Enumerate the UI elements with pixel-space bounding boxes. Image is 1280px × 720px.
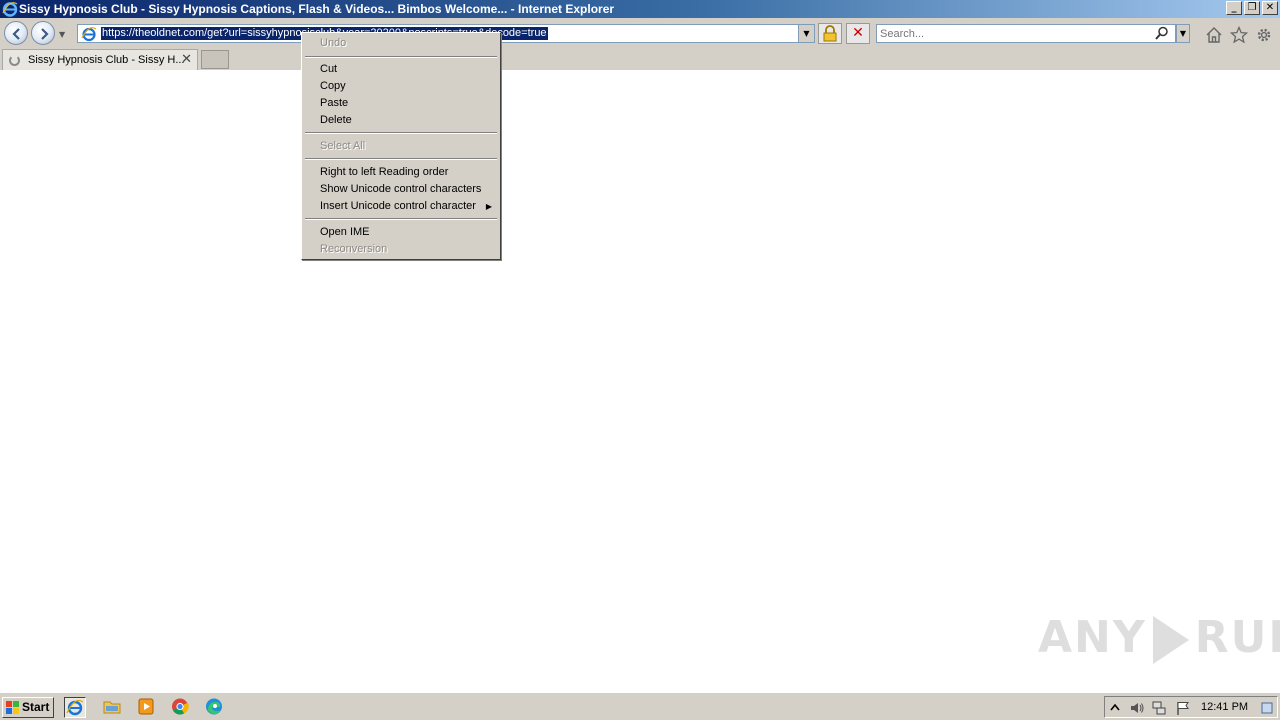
menu-item-undo: Undo — [320, 37, 347, 49]
search-box[interactable] — [876, 24, 1176, 43]
stop-button[interactable]: ✕ — [846, 23, 870, 44]
menu-item-select-all: Select All — [320, 140, 366, 152]
menu-item-open-ime[interactable]: Open IME — [304, 224, 498, 241]
tab-sissy-hypnosis-club[interactable]: Sissy Hypnosis Club - Sissy H... ✕ — [2, 49, 198, 70]
menu-separator — [305, 158, 497, 160]
show-desktop-button[interactable] — [1261, 700, 1273, 716]
close-window-button[interactable]: ✕ — [1262, 1, 1278, 15]
menu-item-delete[interactable]: Delete — [304, 112, 498, 129]
address-dropdown-icon[interactable]: ▼ — [798, 25, 814, 42]
show-hidden-icons-icon[interactable] — [1109, 700, 1125, 716]
star-icon[interactable] — [1230, 26, 1248, 44]
loading-spinner-icon — [9, 55, 20, 66]
page-ie-icon — [81, 27, 97, 42]
menu-separator — [305, 218, 497, 220]
recent-pages-dropdown-icon[interactable]: ▼ — [59, 30, 65, 39]
search-input[interactable] — [880, 26, 1150, 41]
internet-explorer-icon — [66, 699, 84, 716]
menu-item-copy[interactable]: Copy — [304, 78, 498, 95]
forward-button[interactable] — [31, 21, 55, 45]
taskbar-media-player[interactable] — [136, 697, 158, 718]
edge-icon — [206, 698, 222, 715]
lock-icon — [823, 25, 837, 42]
action-center-flag-icon[interactable] — [1175, 700, 1191, 716]
search-provider-dropdown-icon[interactable]: ▼ — [1176, 24, 1190, 43]
taskbar-internet-explorer[interactable] — [64, 697, 86, 718]
system-tray: 12:41 PM — [1104, 696, 1278, 718]
taskbar-edge[interactable] — [204, 697, 226, 718]
windows-flag-icon — [6, 701, 19, 714]
minimize-button[interactable]: _ — [1226, 1, 1242, 15]
menu-separator — [305, 56, 497, 58]
menu-item-reconversion: Reconversion — [320, 243, 388, 255]
taskbar-file-explorer[interactable] — [102, 697, 124, 718]
search-icon[interactable] — [1155, 26, 1169, 41]
page-content[interactable] — [0, 70, 1280, 692]
menu-item-insert-unicode-control[interactable]: Insert Unicode control character ▶ — [304, 198, 498, 215]
taskbar: Start 12:41 PM — [0, 692, 1280, 720]
tab-title: Sissy Hypnosis Club - Sissy H... — [28, 54, 185, 66]
menu-item-cut[interactable]: Cut — [304, 61, 498, 78]
watermark-text-right: RUN — [1194, 612, 1280, 663]
close-tab-icon[interactable]: ✕ — [181, 52, 192, 67]
back-arrow-icon — [12, 28, 20, 40]
menu-separator — [305, 132, 497, 134]
stop-icon: ✕ — [852, 25, 864, 41]
taskbar-clock[interactable]: 12:41 PM — [1201, 701, 1248, 713]
menu-item-show-unicode-control[interactable]: Show Unicode control characters — [304, 181, 498, 198]
media-player-icon — [138, 698, 154, 715]
window-title: Sissy Hypnosis Club - Sissy Hypnosis Cap… — [19, 2, 615, 16]
context-menu: Undo Cut Copy Paste Delete Select All Ri… — [301, 32, 501, 260]
play-icon — [1152, 616, 1189, 664]
menu-item-label: Insert Unicode control character — [320, 200, 476, 212]
start-button[interactable]: Start — [2, 697, 54, 718]
menu-item-paste[interactable]: Paste — [304, 95, 498, 112]
anyrun-watermark: ANY RUN — [1038, 612, 1280, 664]
tab-strip: Sissy Hypnosis Club - Sissy H... ✕ — [0, 48, 1280, 70]
forward-arrow-icon — [41, 28, 49, 40]
start-label: Start — [22, 700, 50, 714]
internet-explorer-icon — [2, 2, 18, 17]
taskbar-chrome[interactable] — [170, 697, 192, 718]
home-icon[interactable] — [1205, 26, 1223, 44]
network-icon[interactable] — [1151, 700, 1167, 716]
folder-icon — [103, 701, 121, 714]
chrome-icon — [172, 698, 189, 715]
menu-item-rtl-reading-order[interactable]: Right to left Reading order — [304, 164, 498, 181]
window-title-bar[interactable]: Sissy Hypnosis Club - Sissy Hypnosis Cap… — [0, 0, 1280, 18]
back-button[interactable] — [4, 21, 28, 45]
restore-button[interactable]: ❐ — [1244, 1, 1260, 15]
security-lock-button[interactable] — [818, 23, 842, 44]
new-tab-button[interactable] — [201, 50, 229, 69]
gear-icon[interactable] — [1255, 26, 1273, 44]
navigation-bar: ▼ https://theoldnet.com/get?url=sissyhyp… — [0, 18, 1280, 48]
watermark-text-left: ANY — [1038, 612, 1147, 663]
volume-icon[interactable] — [1129, 700, 1145, 716]
submenu-arrow-icon: ▶ — [485, 202, 492, 211]
